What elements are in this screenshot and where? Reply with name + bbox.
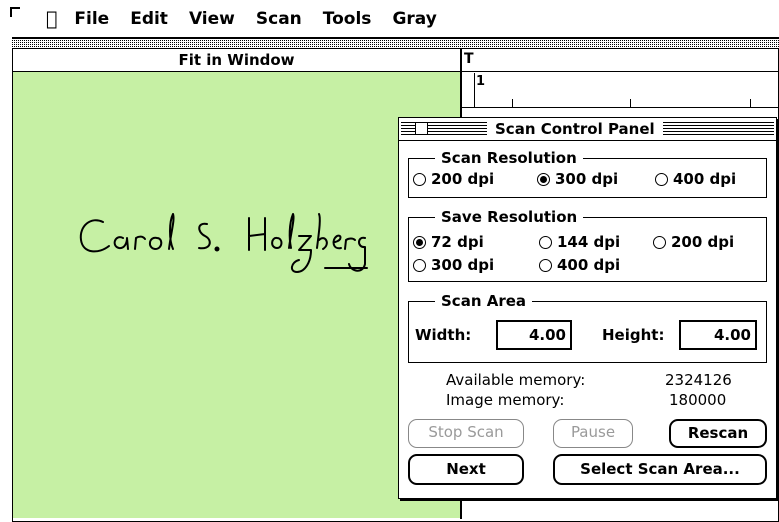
handwritten-signature — [79, 213, 368, 273]
horizontal-ruler: 1 — [460, 72, 778, 108]
scan-res-300-radio[interactable]: 300 dpi — [537, 169, 618, 189]
menu-scan[interactable]: Scan — [256, 9, 302, 29]
panel-title: Scan Control Panel — [487, 120, 663, 138]
scan-res-200-radio[interactable]: 200 dpi — [413, 169, 494, 189]
ruler-tick — [512, 99, 513, 107]
rescan-button[interactable]: Rescan — [669, 419, 767, 448]
ruler-tick — [474, 73, 475, 107]
pause-button[interactable]: Pause — [553, 419, 633, 448]
radio-on-icon — [537, 172, 550, 186]
radio-label: 400 dpi — [557, 256, 621, 274]
radio-on-icon — [413, 235, 426, 249]
radio-label: 72 dpi — [431, 233, 484, 251]
ruler-corner-label: T — [464, 51, 474, 67]
ruler-tick — [630, 99, 631, 107]
next-button[interactable]: Next — [408, 454, 524, 485]
scan-res-400-radio[interactable]: 400 dpi — [655, 169, 736, 189]
window-title-stripe[interactable] — [12, 40, 779, 48]
ruler-mark-label: 1 — [476, 74, 486, 89]
panel-title-bar[interactable]: Scan Control Panel — [399, 118, 776, 141]
stop-scan-button[interactable]: Stop Scan — [408, 419, 524, 448]
height-label: Height: — [602, 326, 665, 344]
menu-file[interactable]: File — [74, 9, 109, 29]
radio-off-icon — [539, 258, 552, 272]
scan-area-group: Scan Area Width: 4.00 Height: 4.00 — [408, 291, 767, 363]
radio-label: 300 dpi — [431, 256, 495, 274]
width-label: Width: — [415, 326, 472, 344]
radio-off-icon — [413, 258, 426, 272]
ruler-tick — [750, 99, 751, 107]
save-res-400-radio[interactable]: 400 dpi — [539, 255, 620, 275]
save-res-72-radio[interactable]: 72 dpi — [413, 232, 484, 252]
close-box-icon[interactable] — [415, 122, 428, 135]
width-field[interactable]: 4.00 — [496, 320, 572, 350]
radio-label: 200 dpi — [671, 233, 735, 251]
radio-off-icon — [655, 172, 668, 186]
save-res-144-radio[interactable]: 144 dpi — [539, 232, 620, 252]
screen-corner — [10, 7, 20, 17]
image-memory-value: 180000 — [669, 391, 727, 409]
apple-icon[interactable]:  — [46, 8, 57, 30]
radio-label: 400 dpi — [673, 170, 737, 188]
scan-area-title: Scan Area — [435, 291, 533, 311]
radio-off-icon — [653, 235, 666, 249]
save-resolution-title: Save Resolution — [435, 207, 584, 227]
available-memory-label: Available memory: — [446, 371, 586, 389]
menu-bar:  File Edit View Scan Tools Gray — [0, 0, 779, 39]
menu-edit[interactable]: Edit — [130, 9, 168, 29]
scan-resolution-title: Scan Resolution — [435, 148, 583, 168]
ruler-header: T — [460, 49, 778, 72]
image-memory-label: Image memory: — [446, 391, 565, 409]
radio-label: 200 dpi — [431, 170, 495, 188]
radio-label: 144 dpi — [557, 233, 621, 251]
save-resolution-group: Save Resolution 72 dpi 144 dpi 200 dpi 3… — [408, 207, 767, 282]
save-res-200-radio[interactable]: 200 dpi — [653, 232, 734, 252]
save-res-300-radio[interactable]: 300 dpi — [413, 255, 494, 275]
image-view-title: Fit in Window — [13, 49, 461, 72]
select-scan-area-button[interactable]: Select Scan Area... — [553, 454, 767, 485]
available-memory-value: 2324126 — [665, 371, 732, 389]
scanned-image-area[interactable] — [13, 72, 461, 518]
radio-off-icon — [539, 235, 552, 249]
menu-tools[interactable]: Tools — [323, 9, 372, 29]
menu-view[interactable]: View — [189, 9, 235, 29]
radio-label: 300 dpi — [555, 170, 619, 188]
scan-control-panel: Scan Control Panel Scan Resolution 200 d… — [398, 117, 777, 499]
menu-gray[interactable]: Gray — [392, 9, 436, 29]
scan-resolution-group: Scan Resolution 200 dpi 300 dpi 400 dpi — [408, 148, 767, 198]
height-field[interactable]: 4.00 — [679, 320, 757, 350]
radio-off-icon — [413, 172, 426, 186]
